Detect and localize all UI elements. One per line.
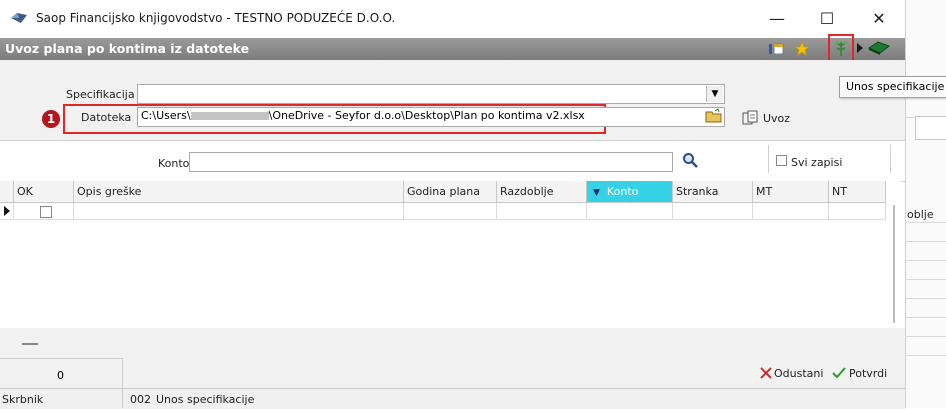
row-indicator-header bbox=[0, 181, 14, 203]
column-header-nt[interactable]: NT bbox=[829, 181, 886, 203]
redacted-username bbox=[190, 112, 269, 120]
table-cell-nt[interactable] bbox=[829, 203, 886, 220]
open-folder-icon[interactable] bbox=[705, 108, 723, 124]
status-skrbnik: Skrbnik bbox=[2, 393, 44, 406]
potvrdi-button[interactable]: Potvrdi bbox=[849, 367, 887, 380]
columns-icon[interactable] bbox=[768, 42, 784, 56]
bg-row-line bbox=[905, 317, 946, 318]
konto-search-input[interactable] bbox=[189, 152, 673, 172]
minimize-button[interactable]: — bbox=[762, 8, 792, 30]
datoteka-field[interactable]: C:\Users\ \OneDrive - Seyfor d.o.o\Deskto… bbox=[137, 107, 725, 127]
vertical-scrollbar[interactable] bbox=[893, 205, 895, 323]
datoteka-path-suffix: \OneDrive - Seyfor d.o.o\Desktop\Plan po… bbox=[268, 109, 585, 122]
books-icon[interactable] bbox=[866, 40, 892, 56]
divider bbox=[0, 358, 122, 359]
column-header-ok[interactable]: OK bbox=[14, 181, 74, 203]
table-cell-godina-plana[interactable] bbox=[404, 203, 497, 220]
status-text: Unos specifikacije bbox=[156, 393, 255, 406]
bg-row-line bbox=[905, 355, 946, 356]
record-count: 0 bbox=[57, 369, 64, 382]
divider bbox=[768, 145, 769, 173]
divider bbox=[122, 358, 123, 388]
row-indicator[interactable] bbox=[0, 203, 14, 220]
datoteka-path-prefix: C:\Users\ bbox=[141, 109, 191, 122]
uvoz-button[interactable]: Uvoz bbox=[763, 112, 790, 125]
specification-tree-icon[interactable] bbox=[834, 40, 848, 58]
dialog-title: Uvoz plana po kontima iz datoteke bbox=[5, 41, 250, 56]
divider bbox=[122, 389, 123, 408]
bg-row-line bbox=[905, 260, 946, 261]
datoteka-label: Datoteka bbox=[81, 111, 132, 124]
column-header-godina-plana[interactable]: Godina plana bbox=[404, 181, 497, 203]
svi-zapisi-checkbox[interactable] bbox=[776, 155, 787, 166]
bg-row-line bbox=[905, 241, 946, 242]
column-header-konto-sorted[interactable]: ▼ Konto bbox=[587, 181, 673, 203]
table-cell-ok[interactable] bbox=[14, 203, 74, 220]
bg-row-line bbox=[905, 222, 946, 223]
table-cell-opis-greske[interactable] bbox=[74, 203, 404, 220]
arrow-right-icon bbox=[856, 42, 864, 54]
bg-row-line bbox=[905, 336, 946, 337]
column-header-razdoblje[interactable]: Razdoblje bbox=[497, 181, 587, 203]
specifikacija-label: Specifikacija bbox=[66, 88, 135, 101]
ok-checkbox[interactable] bbox=[40, 206, 52, 218]
column-header-mt[interactable]: MT bbox=[753, 181, 829, 203]
svi-zapisi-label: Svi zapisi bbox=[791, 156, 843, 169]
table-cell-mt[interactable] bbox=[753, 203, 829, 220]
specification-tooltip: Unos specifikacije bbox=[839, 76, 946, 98]
table-cell-konto[interactable] bbox=[587, 203, 673, 220]
search-icon[interactable] bbox=[682, 152, 698, 168]
background-window bbox=[905, 0, 946, 408]
column-header-konto-label: Konto bbox=[606, 185, 639, 198]
sort-desc-icon: ▼ bbox=[593, 188, 600, 198]
konto-label: Konto bbox=[158, 157, 190, 170]
app-logo-icon bbox=[10, 12, 28, 24]
bg-row-line bbox=[905, 279, 946, 280]
status-code: 002 bbox=[130, 393, 151, 406]
column-header-stranka[interactable]: Stranka bbox=[673, 181, 753, 203]
bg-field bbox=[915, 116, 946, 140]
maximize-button[interactable]: ☐ bbox=[812, 8, 842, 30]
import-icon bbox=[742, 110, 758, 126]
bg-column-text: oblje bbox=[907, 208, 934, 221]
favorite-star-icon[interactable] bbox=[794, 41, 810, 57]
table-cell-razdoblje[interactable] bbox=[497, 203, 587, 220]
window-title: Saop Financijsko knjigovodstvo - TESTNO … bbox=[36, 11, 396, 25]
column-header-opis-greske[interactable]: Opis greške bbox=[74, 181, 404, 203]
minus-icon[interactable] bbox=[22, 343, 38, 345]
step-badge-1: 1 bbox=[42, 110, 60, 128]
odustani-button[interactable]: Odustani bbox=[774, 367, 823, 380]
cancel-x-icon[interactable] bbox=[759, 366, 773, 380]
chevron-down-icon[interactable]: ▼ bbox=[706, 86, 723, 102]
specifikacija-select[interactable] bbox=[137, 84, 725, 104]
bg-row-line bbox=[905, 298, 946, 299]
confirm-check-icon[interactable] bbox=[832, 366, 846, 380]
divider bbox=[890, 145, 891, 173]
table-cell-stranka[interactable] bbox=[673, 203, 753, 220]
close-button[interactable]: ✕ bbox=[864, 8, 894, 30]
